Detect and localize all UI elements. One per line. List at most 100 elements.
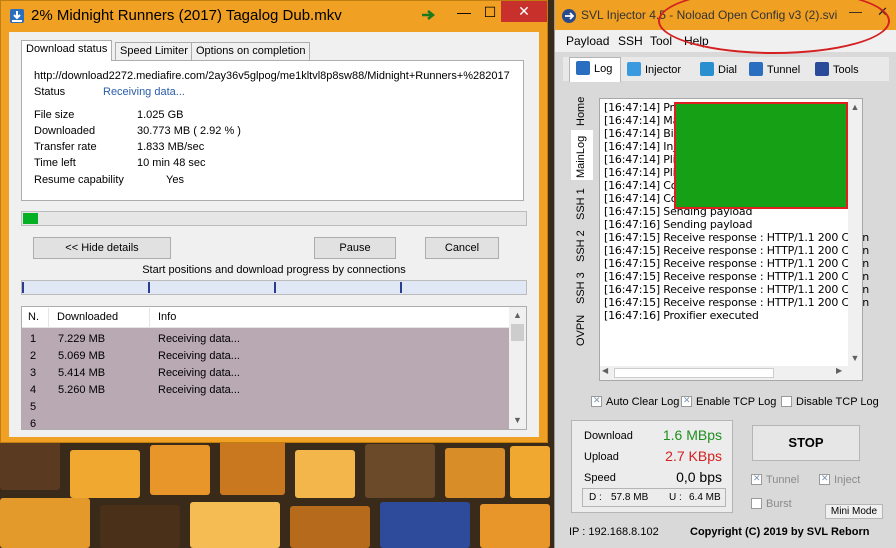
tab-tools-label: Tools [833,64,859,76]
time-left-label: Time left [34,157,76,169]
tab-dial[interactable]: Dial [700,59,737,81]
table-row[interactable]: 4 5.260 MB Receiving data... [22,382,510,399]
side-tab-ssh1[interactable]: SSH 1 [571,186,593,222]
title-bar[interactable]: 2% Midnight Runners (2017) Tagalog Dub.m… [1,1,547,31]
table-row[interactable]: 6 [22,416,510,430]
column-divider[interactable] [149,308,150,327]
tab-injector[interactable]: Injector [627,59,681,81]
tab-tools[interactable]: Tools [815,59,859,81]
checkbox-icon [819,473,830,485]
bg-tile [380,502,470,548]
menu-payload[interactable]: Payload [566,34,609,48]
pause-button[interactable]: Pause [314,237,396,259]
log-horizontal-scrollbar[interactable]: ◀ ▶ [600,366,862,380]
mini-mode-button[interactable]: Mini Mode [825,504,883,519]
side-tab-ssh2[interactable]: SSH 2 [571,224,593,264]
table-row[interactable]: 2 5.069 MB Receiving data... [22,348,510,365]
table-header: N. Downloaded Info [22,307,510,328]
connections-table: N. Downloaded Info 1 7.229 MB Receiving … [21,306,527,430]
inject-checkbox[interactable]: Inject [819,473,861,486]
upload-label: Upload [584,451,619,463]
log-vertical-scrollbar[interactable]: ▲ ▼ [848,99,862,367]
downloaded-value: 30.773 MB ( 2.92 % ) [137,125,241,137]
column-header-n[interactable]: N. [28,311,39,323]
scroll-down-icon[interactable]: ▼ [848,350,862,367]
bg-tile [480,504,550,548]
bg-tile [365,444,435,498]
idm-client-area: Download status Speed Limiter Options on… [9,32,539,437]
table-body: 1 7.229 MB Receiving data... 2 5.069 MB … [22,328,510,430]
tab-options-on-completion[interactable]: Options on completion [191,42,311,60]
cell-downloaded: 7.229 MB [58,333,106,345]
side-tab-home[interactable]: Home [571,92,593,128]
disable-tcp-log-checkbox[interactable]: Disable TCP Log [781,396,879,408]
side-tab-label: MainLog [575,135,587,178]
idm-icon [10,9,24,23]
window-title: 2% Midnight Runners (2017) Tagalog Dub.m… [31,7,342,24]
svl-injector-window: SVL Injector 4.5 - Noload Open Config v3… [554,0,896,548]
scroll-thumb[interactable] [614,368,774,378]
connection-segment [274,282,276,293]
download-label: Download [584,430,633,442]
side-tab-mainlog[interactable]: MainLog [571,130,593,180]
log-line: [16:47:15] Receive response : HTTP/1.1 2… [604,231,869,244]
connection-segment [22,282,24,293]
close-button[interactable]: ✕ [501,1,547,22]
phone-icon [700,62,714,76]
tab-download-status[interactable]: Download status [21,40,113,61]
bg-tile [70,450,140,498]
menu-ssh[interactable]: SSH [618,34,643,48]
menu-tool[interactable]: Tool [650,34,672,48]
downloaded-data-value: 57.8 MB [611,492,649,503]
scroll-up-icon[interactable]: ▲ [848,99,862,116]
uploaded-data-value: 6.4 MB [689,492,721,503]
cell-n: 4 [30,384,37,396]
column-header-info[interactable]: Info [158,311,176,323]
scroll-thumb[interactable] [511,324,524,341]
checkbox-label: Burst [766,498,792,510]
idm-download-window: 2% Midnight Runners (2017) Tagalog Dub.m… [0,0,548,443]
resume-capability-value: Yes [166,174,184,186]
svl-app-icon [562,9,576,23]
cell-info: Receiving data... [158,333,240,345]
tab-tunnel[interactable]: Tunnel [749,59,800,81]
scroll-down-icon[interactable]: ▼ [509,412,526,429]
checkbox-icon [681,395,692,407]
cancel-button[interactable]: Cancel [425,237,499,259]
table-row[interactable]: 3 5.414 MB Receiving data... [22,365,510,382]
status-value: Receiving data... [103,86,185,98]
stop-button[interactable]: STOP [752,425,860,461]
auto-clear-log-checkbox[interactable]: Auto Clear Log [591,395,679,408]
cell-n: 6 [30,418,37,430]
table-row[interactable]: 5 [22,399,510,416]
tunnel-checkbox[interactable]: Tunnel [751,473,799,486]
file-size-value: 1.025 GB [137,109,184,121]
table-scrollbar[interactable]: ▲ ▼ [509,307,526,429]
column-header-downloaded[interactable]: Downloaded [57,311,118,323]
side-tab-ovpn[interactable]: OVPN [571,308,593,348]
log-line: [16:47:16] Sending payload [604,218,753,231]
side-tab-ssh3[interactable]: SSH 3 [571,266,593,306]
table-row[interactable]: 1 7.229 MB Receiving data... [22,331,510,348]
traffic-stats-panel: Download 1.6 MBps Upload 2.7 KBps Speed … [571,420,733,513]
scroll-left-icon[interactable]: ◀ [602,366,608,375]
checkbox-label: Inject [834,474,861,486]
scroll-right-icon[interactable]: ▶ [836,366,842,375]
scroll-up-icon[interactable]: ▲ [509,307,526,324]
log-line: [16:47:15] Receive response : HTTP/1.1 2… [604,270,869,283]
tab-log[interactable]: Log [569,57,621,82]
checkbox-label: Enable TCP Log [696,396,777,408]
file-size-label: File size [34,109,75,121]
connections-progress-bar [21,280,527,295]
enable-tcp-log-checkbox[interactable]: Enable TCP Log [681,395,777,408]
cell-info: Receiving data... [158,384,240,396]
burst-checkbox[interactable]: Burst [751,498,792,510]
tab-tunnel-label: Tunnel [767,64,801,76]
column-divider[interactable] [48,308,49,327]
log-line: [16:47:14] Con [604,192,685,205]
tunnel-icon [749,62,763,76]
tab-speed-limiter[interactable]: Speed Limiter [115,42,193,60]
hide-details-button[interactable]: << Hide details [33,237,171,259]
side-tab-label: Home [575,96,587,126]
bg-tile [290,506,370,548]
